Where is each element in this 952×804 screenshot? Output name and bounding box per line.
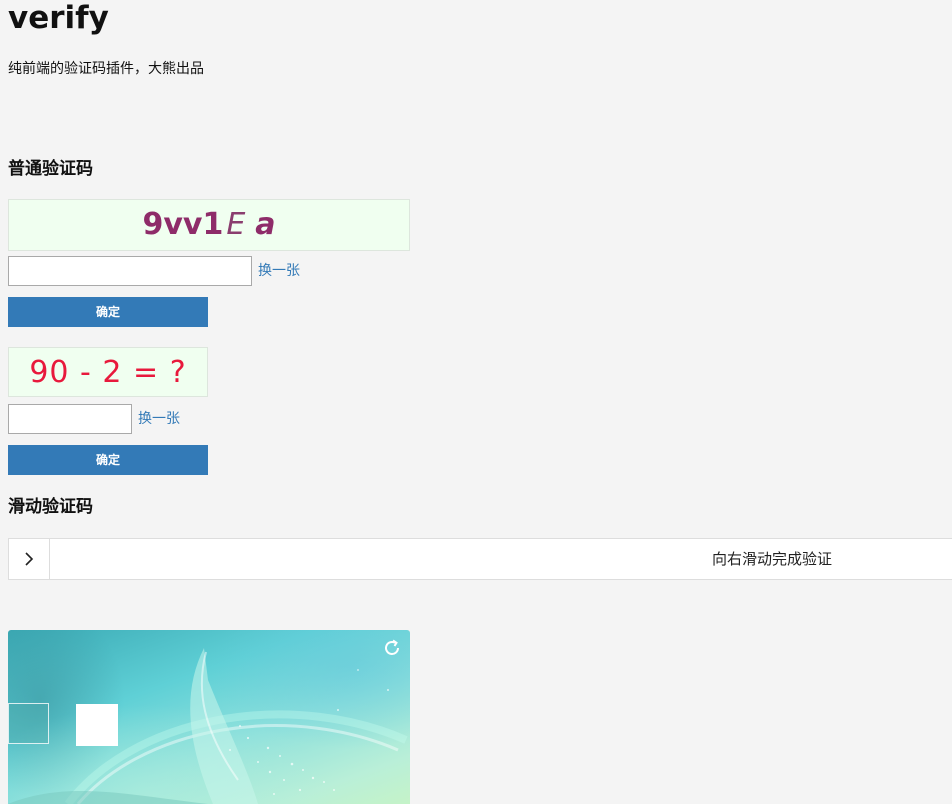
slider-hint-text: 向右滑动完成验证 <box>711 550 832 568</box>
section-title-normal-captcha: 普通验证码 <box>8 159 93 179</box>
captcha-char: v <box>163 207 183 242</box>
captcha-char: E <box>226 207 246 242</box>
page-subtitle: 纯前端的验证码插件，大熊出品 <box>8 61 204 77</box>
puzzle-image <box>8 630 410 804</box>
section-title-slide-captcha: 滑动验证码 <box>8 497 93 517</box>
captcha-code-input[interactable] <box>8 256 252 286</box>
math-expression: 90 - 2 = ? <box>29 354 187 390</box>
math-captcha-image[interactable]: 90 - 2 = ? <box>8 347 208 397</box>
page: verify 纯前端的验证码插件，大熊出品 普通验证码 9 v v 1 E a … <box>0 0 952 804</box>
math-answer-input[interactable] <box>8 404 132 434</box>
slider-handle[interactable] <box>8 538 50 580</box>
confirm-math-button[interactable]: 确定 <box>8 445 208 475</box>
refresh-math-link[interactable]: 换一张 <box>138 404 180 434</box>
captcha-char: 1 <box>202 207 224 242</box>
captcha-char: a <box>255 207 276 242</box>
refresh-icon[interactable] <box>382 638 402 658</box>
puzzle-target-slot <box>76 704 118 746</box>
confirm-button[interactable]: 确定 <box>8 297 208 327</box>
captcha-image[interactable]: 9 v v 1 E a <box>8 199 410 251</box>
captcha-char: 9 <box>142 207 164 242</box>
captcha-char: v <box>182 207 203 242</box>
refresh-captcha-link[interactable]: 换一张 <box>258 256 300 286</box>
puzzle-background-art <box>8 648 408 804</box>
page-title: verify <box>8 0 109 36</box>
puzzle-piece[interactable] <box>8 703 49 744</box>
slider-track[interactable]: 向右滑动完成验证 <box>8 538 952 580</box>
chevron-right-icon <box>25 552 34 566</box>
